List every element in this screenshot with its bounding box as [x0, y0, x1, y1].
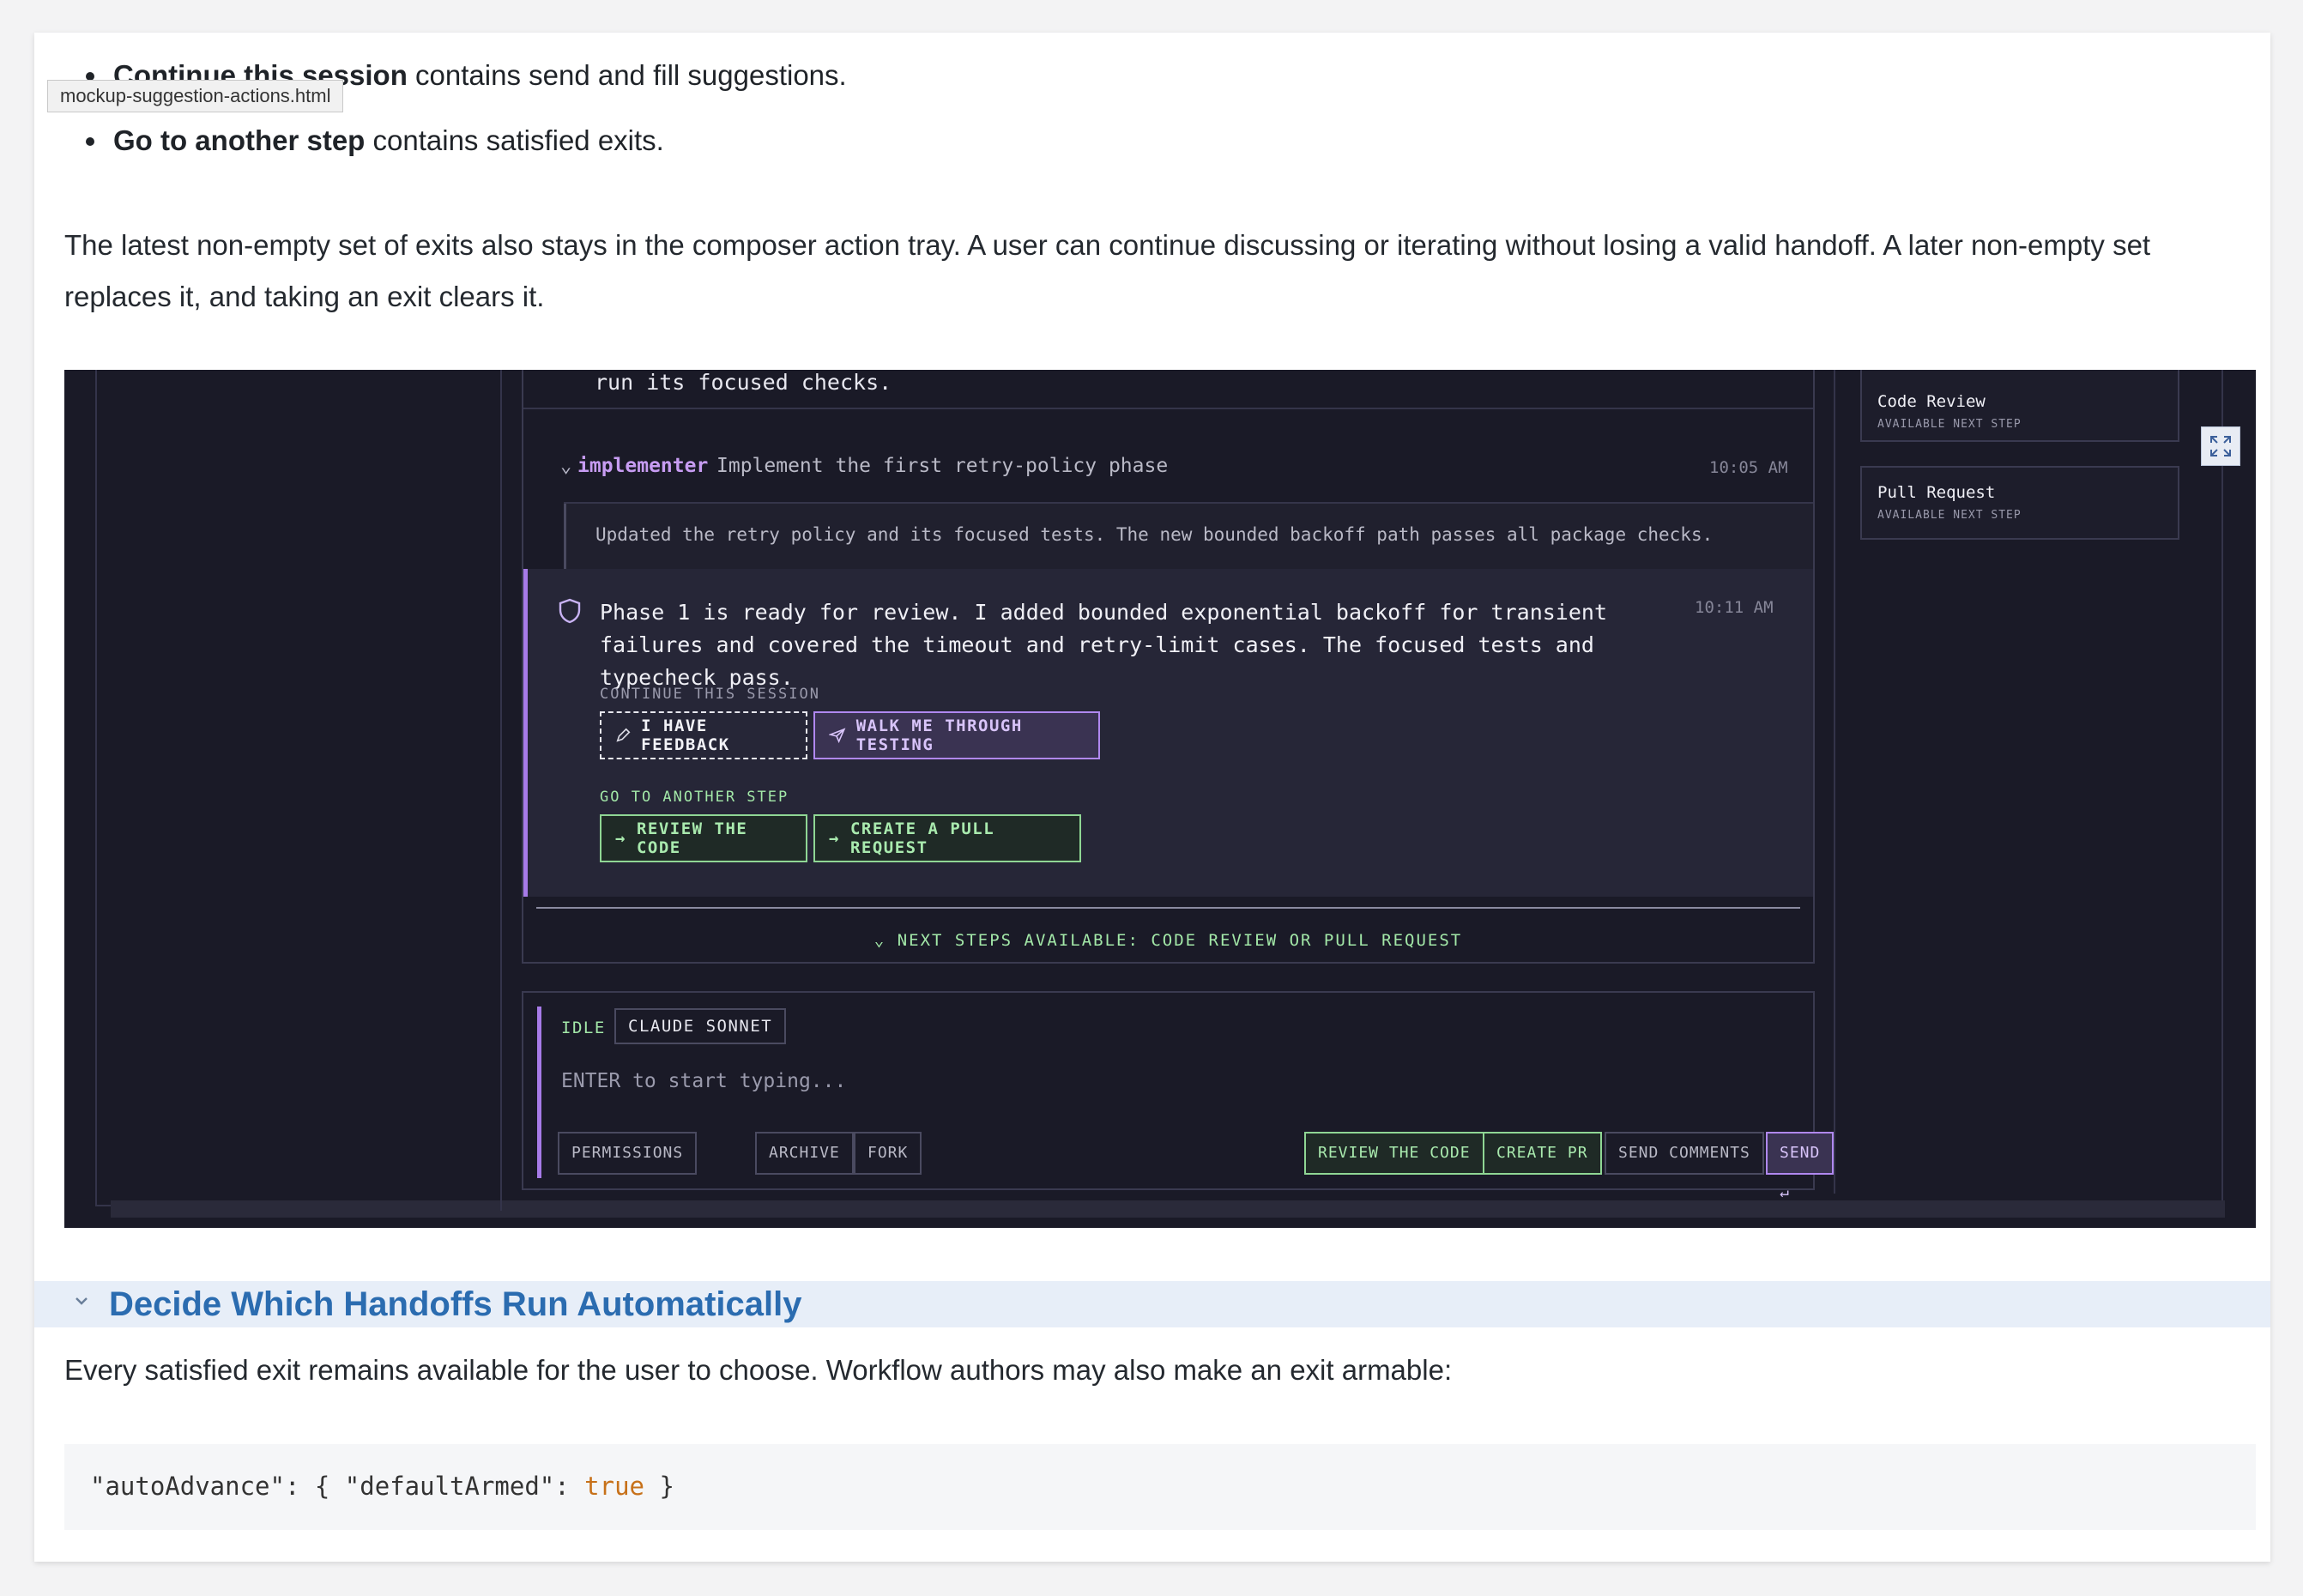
next-steps-toggle[interactable]: ⌄ NEXT STEPS AVAILABLE: CODE REVIEW OR P…: [523, 919, 1813, 962]
side-step-subtitle: AVAILABLE NEXT STEP: [1877, 418, 2022, 431]
section-heading[interactable]: Decide Which Handoffs Run Automatically: [109, 1284, 801, 1325]
composer: IDLE CLAUDE SONNET ENTER to start typing…: [522, 991, 1835, 1201]
model-selector[interactable]: CLAUDE SONNET: [614, 1008, 787, 1044]
agent-summary: Updated the retry policy and its focused…: [564, 504, 1813, 571]
continue-section-label: CONTINUE THIS SESSION: [600, 686, 820, 703]
mockup-scrollbar[interactable]: [111, 1200, 2225, 1218]
goto-section-label: GO TO ANOTHER STEP: [600, 789, 789, 806]
tray-review-code-button[interactable]: REVIEW THE CODE: [1304, 1132, 1484, 1175]
side-step-title: Code Review: [1877, 392, 1986, 411]
feedback-button[interactable]: I HAVE FEEDBACK: [600, 711, 807, 759]
permissions-button[interactable]: PERMISSIONS: [558, 1132, 698, 1175]
shield-icon: [559, 598, 581, 624]
agent-name[interactable]: implementer: [577, 455, 708, 477]
chevron-down-icon[interactable]: ⌄: [560, 456, 571, 477]
message-tail: run its focused checks.: [595, 370, 892, 395]
send-icon: [829, 728, 846, 744]
section-paragraph: Every satisfied exit remains available f…: [64, 1354, 1453, 1386]
body-paragraph: The latest non-empty set of exits also s…: [64, 229, 2151, 312]
message-time: 10:11 AM: [1695, 598, 1774, 617]
chevron-down-icon: ⌄: [873, 931, 898, 950]
right-column-divider: [1834, 370, 1835, 1194]
status-badge: IDLE: [561, 1019, 606, 1037]
message-time: 10:05 AM: [1709, 458, 1788, 477]
left-column-divider: [500, 370, 502, 1211]
pencil-icon: [616, 728, 631, 742]
side-step-subtitle: AVAILABLE NEXT STEP: [1877, 509, 2022, 522]
side-step-title: Pull Request: [1877, 483, 1996, 502]
filename-tooltip: mockup-suggestion-actions.html: [47, 80, 344, 112]
create-pull-request-button[interactable]: → CREATE A PULL REQUEST: [813, 814, 1081, 862]
bullet-item: Go to another step contains satisfied ex…: [81, 124, 847, 158]
expand-icon[interactable]: [2201, 426, 2240, 466]
side-step-pull-request[interactable]: Pull Request AVAILABLE NEXT STEP: [1860, 466, 2179, 540]
arrow-right-icon: →: [829, 829, 840, 848]
code-block: "autoAdvance": { "defaultArmed": true }: [64, 1444, 2256, 1530]
message-text: Phase 1 is ready for review. I added bou…: [600, 600, 1607, 690]
fork-button[interactable]: FORK: [854, 1132, 922, 1175]
arrow-right-icon: →: [615, 829, 626, 848]
tray-create-pr-button[interactable]: CREATE PR: [1483, 1132, 1602, 1175]
bullet-list: Continue this session contains send and …: [81, 58, 847, 189]
side-step-code-review[interactable]: Code Review AVAILABLE NEXT STEP: [1860, 370, 2179, 442]
row-divider: [523, 408, 1813, 409]
composer-input[interactable]: ENTER to start typing...: [561, 1070, 846, 1092]
embedded-mockup: run its focused checks. ⌄ implementer Im…: [64, 370, 2256, 1228]
chevron-down-icon[interactable]: [72, 1291, 91, 1310]
review-code-button[interactable]: → REVIEW THE CODE: [600, 814, 807, 862]
agent-task: Implement the first retry-policy phase: [716, 455, 1169, 477]
next-steps-divider: [536, 907, 1800, 909]
composer-accent-bar: [537, 1007, 541, 1178]
walk-through-testing-button[interactable]: WALK ME THROUGH TESTING: [813, 711, 1100, 759]
assistant-message: Phase 1 is ready for review. I added bou…: [523, 569, 1813, 897]
send-button[interactable]: SEND ↵: [1766, 1132, 1835, 1201]
archive-button[interactable]: ARCHIVE: [755, 1132, 854, 1175]
send-comments-button[interactable]: SEND COMMENTS: [1605, 1132, 1764, 1175]
